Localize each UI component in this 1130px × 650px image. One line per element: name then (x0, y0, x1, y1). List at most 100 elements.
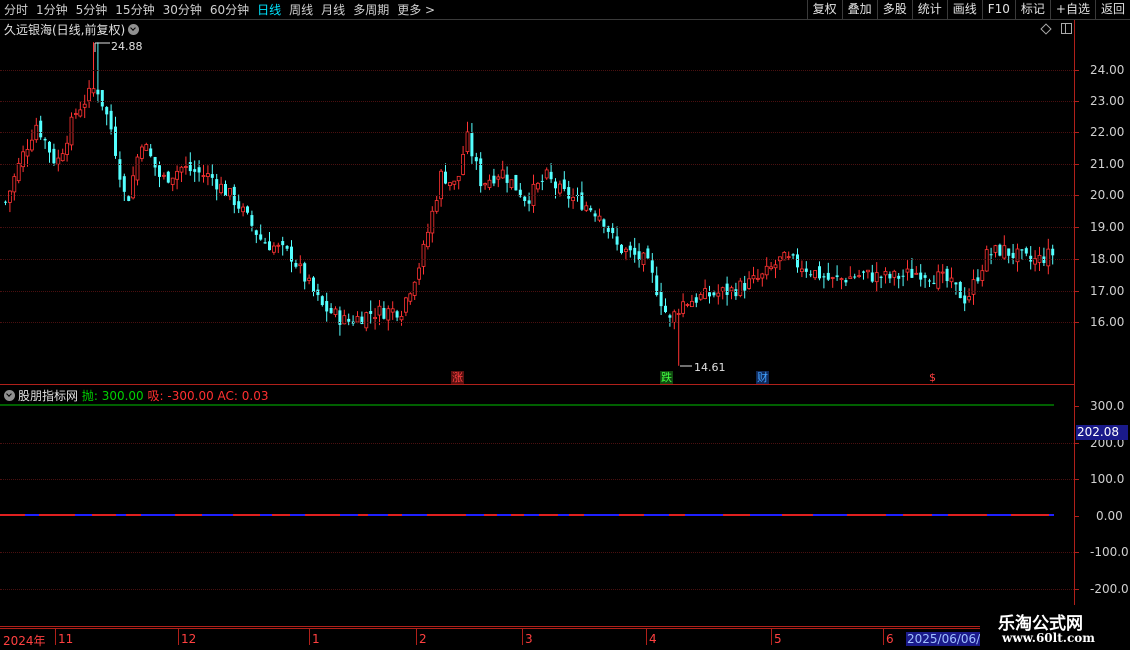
candle-body (139, 146, 144, 159)
price-label: 16.00 (1090, 315, 1125, 329)
candle-body (743, 283, 747, 291)
price-label: 18.00 (1090, 252, 1125, 266)
candle-body (633, 247, 637, 255)
candle-body (804, 268, 808, 272)
candle-body (862, 271, 865, 273)
candle-body (540, 180, 544, 182)
candle-body (536, 182, 540, 190)
candle-body (949, 277, 954, 283)
candle-body (659, 291, 663, 307)
candle-body (237, 201, 241, 209)
date-tick (309, 629, 310, 645)
candle-body (954, 282, 958, 285)
candle-body (127, 196, 131, 201)
candle-body (589, 208, 593, 211)
candle-body (109, 110, 113, 130)
gridline (0, 195, 1074, 196)
axis-tick (1075, 322, 1079, 323)
date-label: 12 (181, 632, 197, 646)
finance-marker[interactable]: 财 (756, 371, 769, 384)
candle-body (945, 268, 949, 282)
candle-body (1024, 248, 1028, 254)
candle-body (135, 156, 140, 181)
candle-body (646, 248, 650, 259)
candle-body (668, 315, 672, 318)
fall-marker[interactable]: 跌 (660, 371, 673, 384)
indicator-axis-label: 100.0 (1090, 472, 1125, 486)
candle-body (809, 274, 813, 276)
pane-separator (0, 384, 1074, 385)
candle-body (268, 241, 271, 251)
candle-body (826, 272, 830, 280)
date-label: 2024年 (3, 634, 46, 648)
candle-body (153, 156, 157, 168)
candle-body (756, 277, 760, 280)
candle-body (597, 215, 602, 221)
candle-body (932, 282, 936, 284)
candle-body (796, 254, 799, 268)
candle-body (382, 308, 386, 319)
axis-tick (1075, 101, 1079, 102)
candle-body (82, 103, 87, 108)
candle-body (690, 301, 694, 308)
candle-body (615, 236, 619, 245)
gridline (0, 443, 1074, 444)
gridline (0, 101, 1074, 102)
candle-body (96, 89, 100, 95)
axis-tick (1075, 195, 1079, 196)
date-tick (646, 629, 647, 645)
axis-tick (1075, 132, 1079, 133)
candle-body (883, 271, 888, 276)
candle-body (505, 174, 509, 183)
indicator-name[interactable]: 股朋指标网 (18, 389, 78, 403)
candle-body (118, 159, 122, 180)
candle-body (259, 234, 263, 240)
candle-body (201, 175, 206, 177)
candle-body (620, 244, 623, 253)
candle-body (456, 175, 461, 182)
candle-body (246, 206, 249, 213)
chevron-down-icon[interactable] (4, 390, 15, 401)
candle-body (285, 245, 289, 249)
axis-tick (1075, 291, 1079, 292)
candle-body (158, 165, 161, 177)
rise-marker[interactable]: 涨 (451, 371, 464, 384)
chart-area[interactable] (0, 0, 1074, 628)
candle-body (474, 157, 478, 162)
candle-body (685, 304, 690, 306)
axis-tick (1075, 70, 1079, 71)
candle-body (312, 277, 315, 292)
candle-body (813, 270, 817, 279)
candle-body (395, 311, 399, 318)
back-button[interactable]: 返回 (1094, 0, 1130, 20)
candle-body (967, 296, 971, 301)
candle-body (1002, 245, 1007, 259)
right-axis-border (1074, 20, 1075, 628)
candle-body (254, 230, 258, 235)
candle-body (509, 179, 514, 188)
date-label: 3 (525, 632, 533, 646)
candle-body (412, 281, 417, 296)
sell-value-label: 抛: 300.00 (81, 389, 144, 403)
candle-body (725, 283, 729, 295)
candle-body (523, 196, 527, 201)
dividend-marker[interactable]: $ (928, 371, 937, 384)
candle-body (465, 131, 470, 152)
candle-body (281, 241, 285, 246)
date-label: 6 (886, 632, 894, 646)
candle-body (39, 120, 43, 138)
candle-body (447, 182, 452, 187)
candle-body (193, 169, 197, 172)
candle-body (161, 174, 166, 177)
candle-body (320, 296, 324, 306)
candle-body (91, 88, 96, 94)
candle-body (483, 183, 488, 186)
candle-body (571, 196, 575, 202)
candle-body (65, 142, 69, 155)
candle-body (835, 275, 839, 278)
candle-body (901, 275, 905, 277)
price-label: 20.00 (1090, 188, 1125, 202)
gridline (0, 552, 1074, 553)
candle-body (857, 275, 861, 278)
price-label: 22.00 (1090, 125, 1125, 139)
